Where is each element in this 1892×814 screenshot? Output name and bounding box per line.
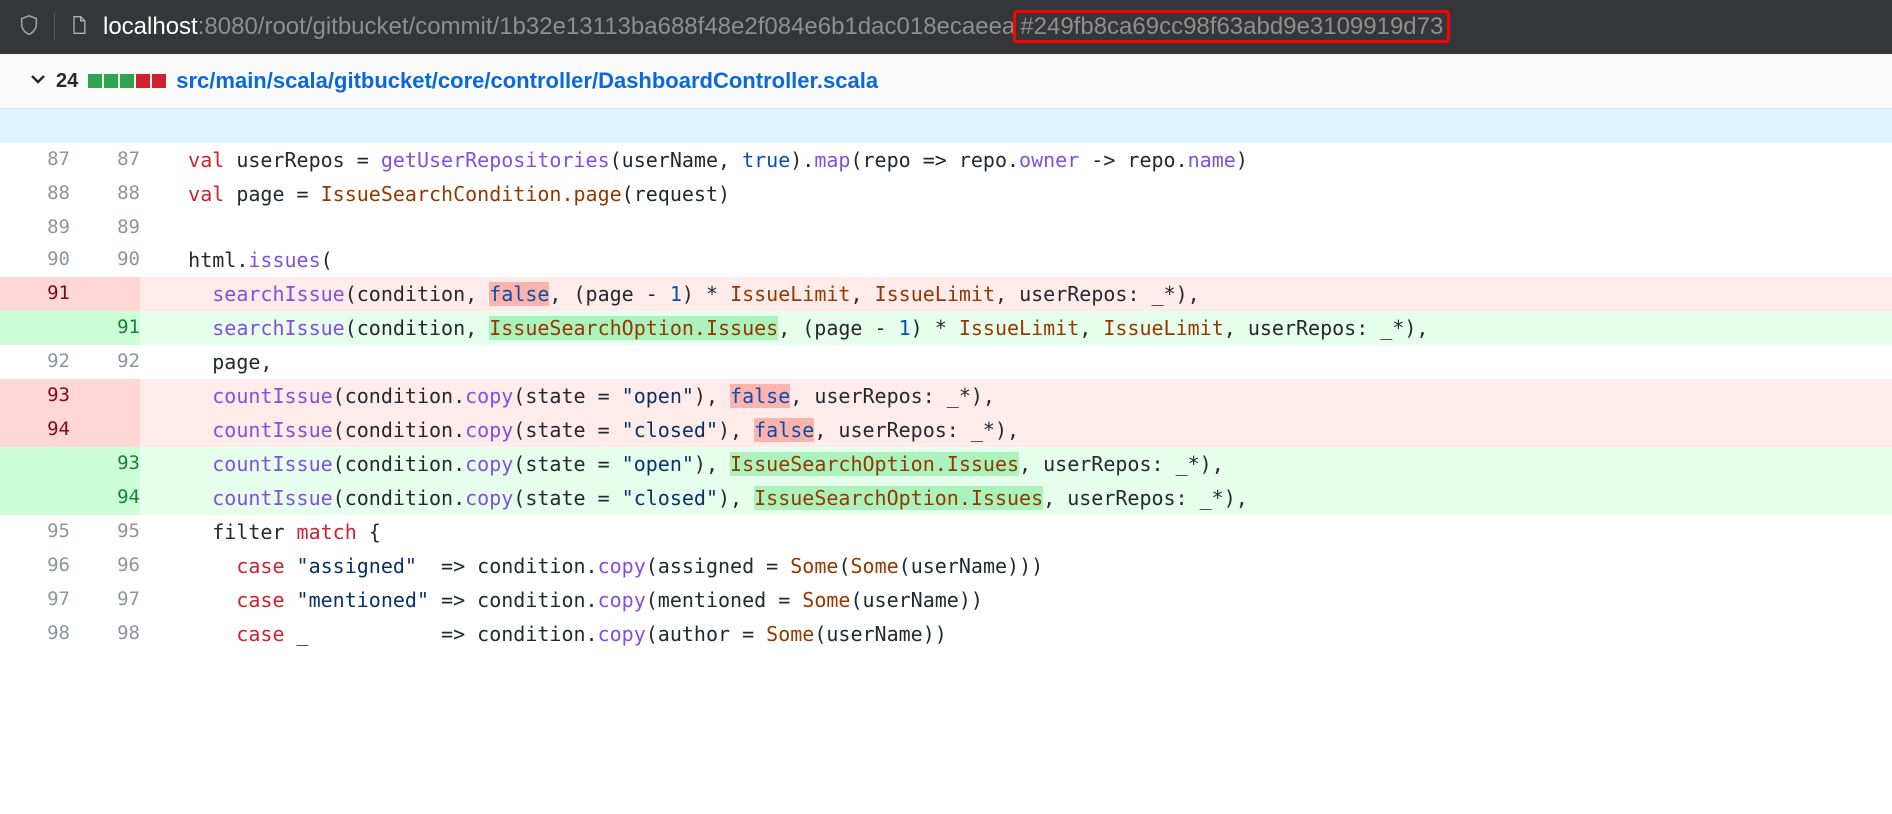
diff-row: 9090 html.issues(: [0, 243, 1892, 277]
diff-row: 9292 page,: [0, 345, 1892, 379]
line-num-old[interactable]: 93: [0, 379, 70, 413]
code-cell[interactable]: html.issues(: [140, 243, 1892, 277]
diff-row: 94 countIssue(condition.copy(state = "cl…: [0, 413, 1892, 447]
diff-stat-boxes: [88, 74, 166, 88]
line-num-old[interactable]: 88: [0, 177, 70, 211]
line-num-old[interactable]: 97: [0, 583, 70, 617]
line-num-new[interactable]: [70, 413, 140, 447]
diff-row: 93 countIssue(condition.copy(state = "op…: [0, 379, 1892, 413]
line-num-new[interactable]: 95: [70, 515, 140, 549]
diff-row: 94 countIssue(condition.copy(state = "cl…: [0, 481, 1892, 515]
line-num-old[interactable]: [0, 311, 70, 345]
line-num-old[interactable]: [0, 447, 70, 481]
line-num-new[interactable]: 87: [70, 143, 140, 177]
line-num-old[interactable]: 87: [0, 143, 70, 177]
url-hash-highlighted: #249fb8ca69cc98f63abd9e3109919d73: [1013, 10, 1450, 43]
url-host: localhost: [103, 13, 198, 40]
line-num-old[interactable]: [0, 481, 70, 515]
code-cell[interactable]: countIssue(condition.copy(state = "close…: [140, 413, 1892, 447]
diff-box-add: [88, 74, 102, 88]
line-num-new[interactable]: 96: [70, 549, 140, 583]
diff-row: 91 searchIssue(condition, false, (page -…: [0, 277, 1892, 311]
line-num-new[interactable]: 88: [70, 177, 140, 211]
code-cell[interactable]: searchIssue(condition, false, (page - 1)…: [140, 277, 1892, 311]
code-cell[interactable]: val userRepos = getUserRepositories(user…: [140, 143, 1892, 177]
addressbar-divider: [54, 13, 55, 41]
line-num-old[interactable]: 98: [0, 617, 70, 651]
line-num-new[interactable]: [70, 379, 140, 413]
line-num-new: [70, 109, 140, 143]
code-cell[interactable]: [140, 211, 1892, 243]
diff-row: 8888 val page = IssueSearchCondition.pag…: [0, 177, 1892, 211]
diff-table: 8787 val userRepos = getUserRepositories…: [0, 109, 1892, 651]
file-path-link[interactable]: src/main/scala/gitbucket/core/controller…: [176, 68, 878, 94]
browser-address-bar: localhost:8080/root/gitbucket/commit/1b3…: [0, 0, 1892, 54]
code-cell[interactable]: countIssue(condition.copy(state = "close…: [140, 481, 1892, 515]
diff-box-del: [152, 74, 166, 88]
line-num-new[interactable]: 90: [70, 243, 140, 277]
code-cell: [140, 109, 1892, 143]
diff-box-add: [120, 74, 134, 88]
code-cell[interactable]: searchIssue(condition, IssueSearchOption…: [140, 311, 1892, 345]
line-num-new[interactable]: 97: [70, 583, 140, 617]
code-cell[interactable]: filter match {: [140, 515, 1892, 549]
line-num-new[interactable]: [70, 277, 140, 311]
shield-icon[interactable]: [18, 14, 40, 41]
diff-box-add: [104, 74, 118, 88]
line-num-new[interactable]: 92: [70, 345, 140, 379]
line-num-old[interactable]: 91: [0, 277, 70, 311]
diff-row: 93 countIssue(condition.copy(state = "op…: [0, 447, 1892, 481]
line-num-old[interactable]: 96: [0, 549, 70, 583]
url-path: :8080/root/gitbucket/commit/1b32e13113ba…: [198, 13, 1016, 40]
diff-row: 9595 filter match {: [0, 515, 1892, 549]
line-num-old[interactable]: 95: [0, 515, 70, 549]
diff-row: 9696 case "assigned" => condition.copy(a…: [0, 549, 1892, 583]
code-cell[interactable]: val page = IssueSearchCondition.page(req…: [140, 177, 1892, 211]
line-num-old: [0, 109, 70, 143]
page-icon[interactable]: [69, 15, 89, 40]
url-display[interactable]: localhost:8080/root/gitbucket/commit/1b3…: [103, 13, 1450, 41]
line-num-old[interactable]: 89: [0, 211, 70, 243]
chevron-down-icon[interactable]: [30, 71, 46, 92]
code-cell[interactable]: page,: [140, 345, 1892, 379]
code-cell[interactable]: case "assigned" => condition.copy(assign…: [140, 549, 1892, 583]
line-num-new[interactable]: 91: [70, 311, 140, 345]
code-cell[interactable]: case "mentioned" => condition.copy(menti…: [140, 583, 1892, 617]
code-cell[interactable]: countIssue(condition.copy(state = "open"…: [140, 447, 1892, 481]
diff-box-del: [136, 74, 150, 88]
line-num-new[interactable]: 94: [70, 481, 140, 515]
line-num-new[interactable]: 89: [70, 211, 140, 243]
diff-row: 91 searchIssue(condition, IssueSearchOpt…: [0, 311, 1892, 345]
code-cell[interactable]: countIssue(condition.copy(state = "open"…: [140, 379, 1892, 413]
diff-row: 9898 case _ => condition.copy(author = S…: [0, 617, 1892, 651]
line-num-old[interactable]: 94: [0, 413, 70, 447]
line-num-new[interactable]: 93: [70, 447, 140, 481]
diff-row: 9797 case "mentioned" => condition.copy(…: [0, 583, 1892, 617]
line-num-old[interactable]: 90: [0, 243, 70, 277]
diff-row: [0, 109, 1892, 143]
change-count: 24: [56, 70, 78, 93]
diff-row: 8989: [0, 211, 1892, 243]
line-num-new[interactable]: 98: [70, 617, 140, 651]
line-num-old[interactable]: 92: [0, 345, 70, 379]
diff-file-header: 24 src/main/scala/gitbucket/core/control…: [0, 54, 1892, 109]
code-cell[interactable]: case _ => condition.copy(author = Some(u…: [140, 617, 1892, 651]
diff-row: 8787 val userRepos = getUserRepositories…: [0, 143, 1892, 177]
